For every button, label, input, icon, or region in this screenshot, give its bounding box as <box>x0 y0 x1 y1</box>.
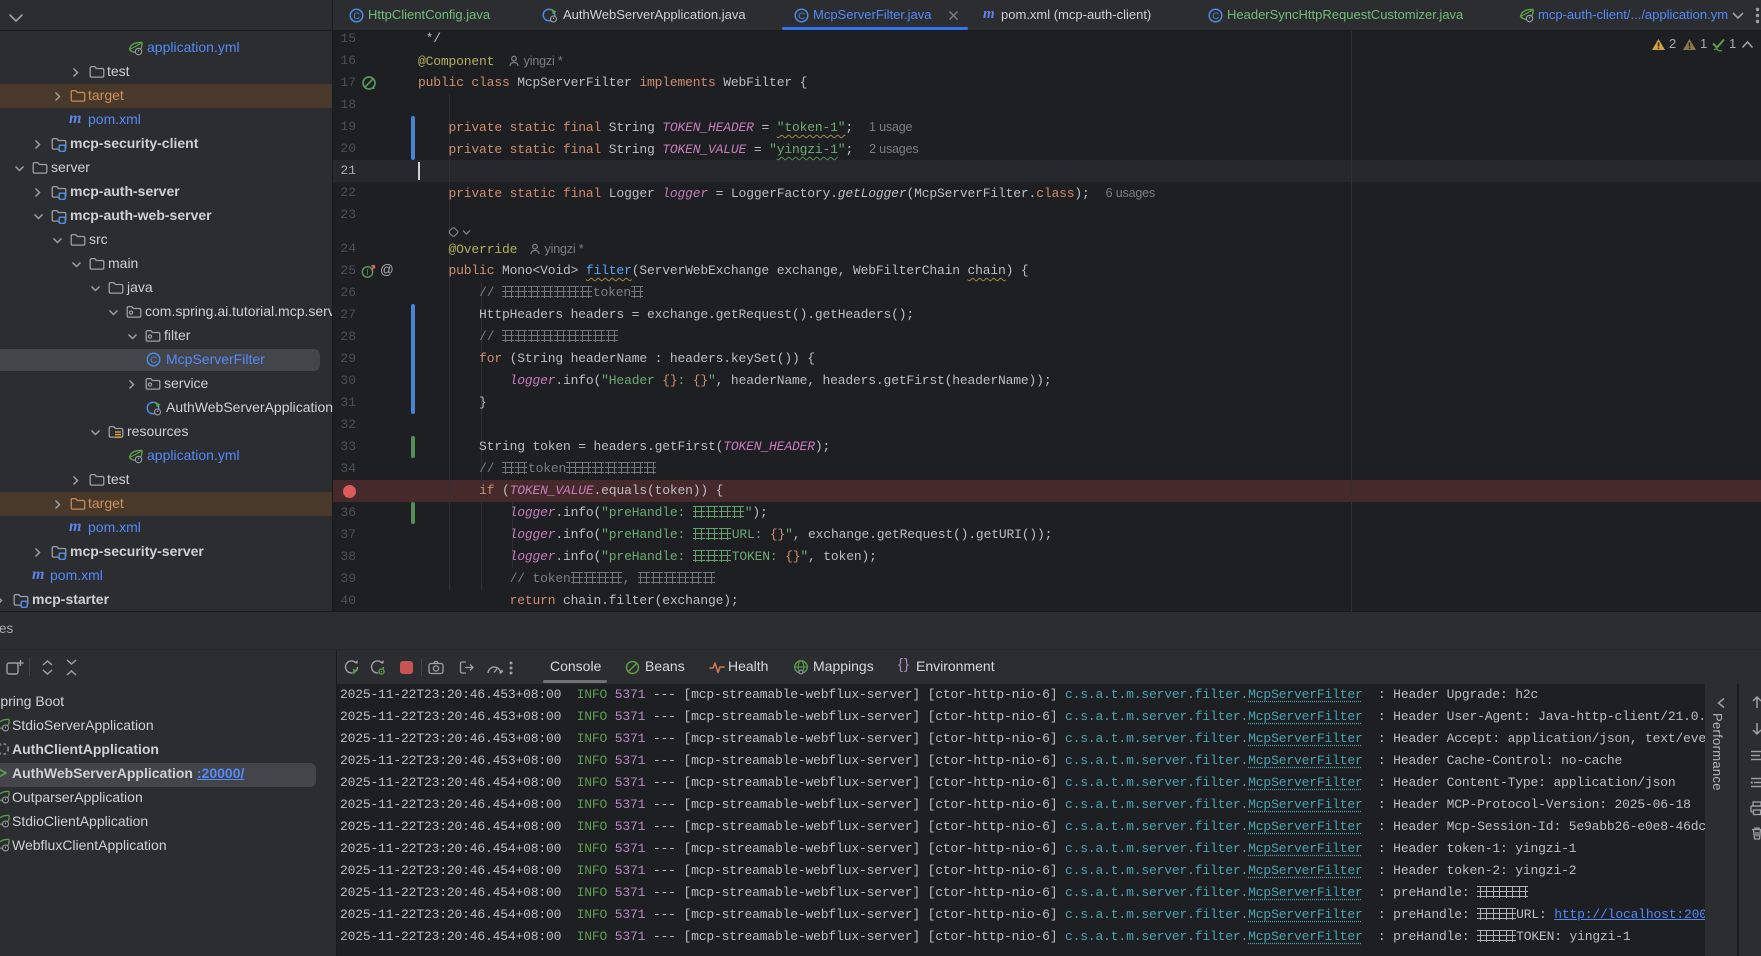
svg-text:C: C <box>353 11 360 22</box>
svg-text:I: I <box>366 267 368 277</box>
svg-text:C: C <box>798 11 805 22</box>
svg-text:C: C <box>1212 11 1219 22</box>
svg-text:C: C <box>150 355 157 366</box>
